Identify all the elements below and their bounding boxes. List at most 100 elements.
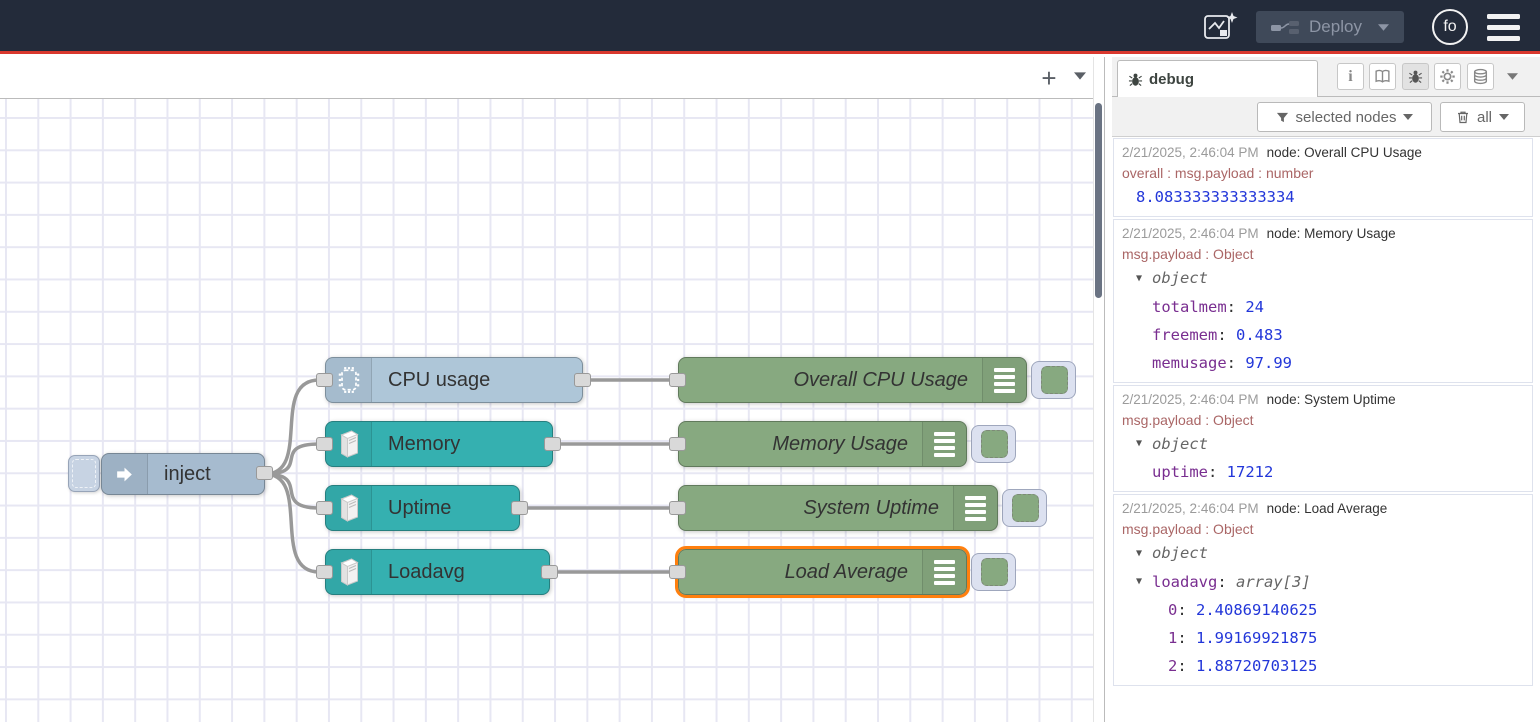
- debug-message[interactable]: 2/21/2025, 2:46:04 PM node: Load Average m…: [1113, 494, 1533, 686]
- cpu-output-port[interactable]: [574, 373, 591, 387]
- node-uptime[interactable]: Uptime: [325, 485, 520, 531]
- message-timestamp: 2/21/2025, 2:46:04 PM: [1122, 145, 1259, 160]
- payload-row: uptime: 17212: [1122, 458, 1526, 486]
- payload-type-label: array[3]: [1236, 573, 1311, 591]
- message-timestamp: 2/21/2025, 2:46:04 PM: [1122, 226, 1259, 241]
- user-avatar[interactable]: fo: [1432, 9, 1468, 45]
- debug-loadavg-input-port[interactable]: [669, 565, 686, 579]
- deploy-caret-icon[interactable]: [1378, 24, 1389, 31]
- filter-funnel-icon: [1276, 111, 1289, 124]
- debug-console-icon: [953, 486, 997, 530]
- expand-caret-icon[interactable]: ▼: [1136, 568, 1152, 596]
- message-meta: msg.payload : Object: [1122, 519, 1526, 539]
- node-label: Memory Usage: [772, 433, 908, 456]
- expand-caret-icon[interactable]: ▼: [1136, 430, 1152, 458]
- context-tab-button[interactable]: [1467, 63, 1494, 90]
- deploy-label: Deploy: [1309, 17, 1362, 37]
- debug-clear-button[interactable]: all: [1440, 102, 1525, 132]
- payload-key: memusage: [1152, 354, 1227, 372]
- node-label: Overall CPU Usage: [793, 369, 968, 392]
- sidebar-menu-caret-icon[interactable]: [1507, 73, 1518, 80]
- wire-inject-uptime[interactable]: [265, 474, 319, 508]
- message-source-node: node: Load Average: [1267, 501, 1388, 516]
- debug-toggle-memory[interactable]: [971, 425, 1016, 463]
- payload-key: 1: [1168, 629, 1177, 647]
- inject-trigger-button[interactable]: [68, 455, 100, 492]
- cpu-input-port[interactable]: [316, 373, 333, 387]
- payload-value: 17212: [1227, 463, 1274, 481]
- payload-row: 0: 2.40869140625: [1122, 596, 1526, 624]
- debug-message[interactable]: 2/21/2025, 2:46:04 PMnode: System Uptime…: [1113, 385, 1533, 493]
- debug-clear-label: all: [1477, 109, 1492, 126]
- node-memory[interactable]: Memory: [325, 421, 553, 467]
- sidebar: debug i: [1112, 57, 1540, 722]
- debug-toggle-loadavg[interactable]: [971, 553, 1016, 591]
- expand-caret-icon[interactable]: ▼: [1136, 265, 1152, 293]
- debug-toggle-uptime[interactable]: [1002, 489, 1047, 527]
- node-debug-uptime[interactable]: System Uptime: [678, 485, 998, 531]
- node-red-app: Deploy fo +: [0, 0, 1540, 722]
- gear-icon: [1439, 68, 1456, 85]
- help-tab-button[interactable]: [1369, 63, 1396, 90]
- payload-row: 2: 1.88720703125: [1122, 652, 1526, 680]
- debug-message-list[interactable]: 2/21/2025, 2:46:04 PM node: Overall CPU U…: [1112, 137, 1540, 722]
- node-debug-memory[interactable]: Memory Usage: [678, 421, 967, 467]
- debug-memory-input-port[interactable]: [669, 437, 686, 451]
- memory-input-port[interactable]: [316, 437, 333, 451]
- payload-row: 1: 1.99169921875: [1122, 624, 1526, 652]
- node-debug-loadavg[interactable]: Load Average: [678, 549, 967, 595]
- flow-assistant-icon[interactable]: [1200, 8, 1240, 46]
- payload-row: freemem: 0.483: [1122, 321, 1526, 349]
- payload-value: 8.083333333333334: [1136, 188, 1295, 206]
- payload-row: ▼object: [1122, 264, 1526, 293]
- uptime-input-port[interactable]: [316, 501, 333, 515]
- info-tab-button[interactable]: i: [1337, 63, 1364, 90]
- caret-down-icon: [1499, 114, 1509, 120]
- loadavg-output-port[interactable]: [541, 565, 558, 579]
- payload-value: 24: [1245, 298, 1264, 316]
- debug-toggle-overall-cpu[interactable]: [1031, 361, 1076, 399]
- node-cpu-usage[interactable]: CPU usage: [325, 357, 583, 403]
- uptime-output-port[interactable]: [511, 501, 528, 515]
- debug-message[interactable]: 2/21/2025, 2:46:04 PM node: Overall CPU U…: [1113, 138, 1533, 217]
- canvas-scrollbar-thumb[interactable]: [1095, 103, 1102, 298]
- payload-row: memusage: 97.99: [1122, 349, 1526, 377]
- memory-output-port[interactable]: [544, 437, 561, 451]
- payload-key: 2: [1168, 657, 1177, 675]
- node-loadavg[interactable]: Loadavg: [325, 549, 550, 595]
- tab-debug[interactable]: debug: [1117, 60, 1318, 98]
- debug-uptime-input-port[interactable]: [669, 501, 686, 515]
- config-tab-button[interactable]: [1434, 63, 1461, 90]
- trash-icon: [1456, 110, 1470, 124]
- sidebar-divider[interactable]: [1104, 57, 1105, 722]
- message-source-node: node: Overall CPU Usage: [1267, 145, 1422, 160]
- message-meta: msg.payload : Object: [1122, 410, 1526, 430]
- deploy-button[interactable]: Deploy: [1256, 11, 1404, 43]
- debug-message[interactable]: 2/21/2025, 2:46:04 PMnode: Memory Usagem…: [1113, 219, 1533, 383]
- node-label: System Uptime: [803, 497, 939, 520]
- payload-row: ▼object: [1122, 430, 1526, 459]
- debug-toolbar: selected nodes all: [1112, 97, 1540, 137]
- inject-arrow-icon: [102, 454, 148, 494]
- wire-inject-memory[interactable]: [265, 444, 319, 474]
- expand-caret-icon[interactable]: ▼: [1136, 540, 1152, 568]
- inject-output-port[interactable]: [256, 466, 273, 480]
- node-debug-overall-cpu[interactable]: Overall CPU Usage: [678, 357, 1027, 403]
- loadavg-input-port[interactable]: [316, 565, 333, 579]
- add-flow-button[interactable]: +: [1032, 61, 1066, 95]
- database-icon: [1472, 68, 1489, 85]
- payload-value: 1.88720703125: [1196, 657, 1317, 675]
- debug-tab-button[interactable]: [1402, 63, 1429, 90]
- debug-overall-cpu-input-port[interactable]: [669, 373, 686, 387]
- main-menu-icon[interactable]: [1486, 14, 1520, 41]
- payload-type-label: object: [1152, 544, 1208, 562]
- message-source-node: node: System Uptime: [1267, 392, 1396, 407]
- message-timestamp: 2/21/2025, 2:46:04 PM: [1122, 501, 1259, 516]
- flow-tabstrip: [0, 57, 1093, 99]
- flow-canvas[interactable]: inject CPU usage: [0, 99, 1093, 722]
- message-meta: msg.payload : Object: [1122, 244, 1526, 264]
- debug-filter-button[interactable]: selected nodes: [1257, 102, 1432, 132]
- node-inject[interactable]: inject: [101, 453, 265, 495]
- flow-list-caret-icon[interactable]: [1074, 72, 1086, 80]
- debug-console-icon: [922, 550, 966, 594]
